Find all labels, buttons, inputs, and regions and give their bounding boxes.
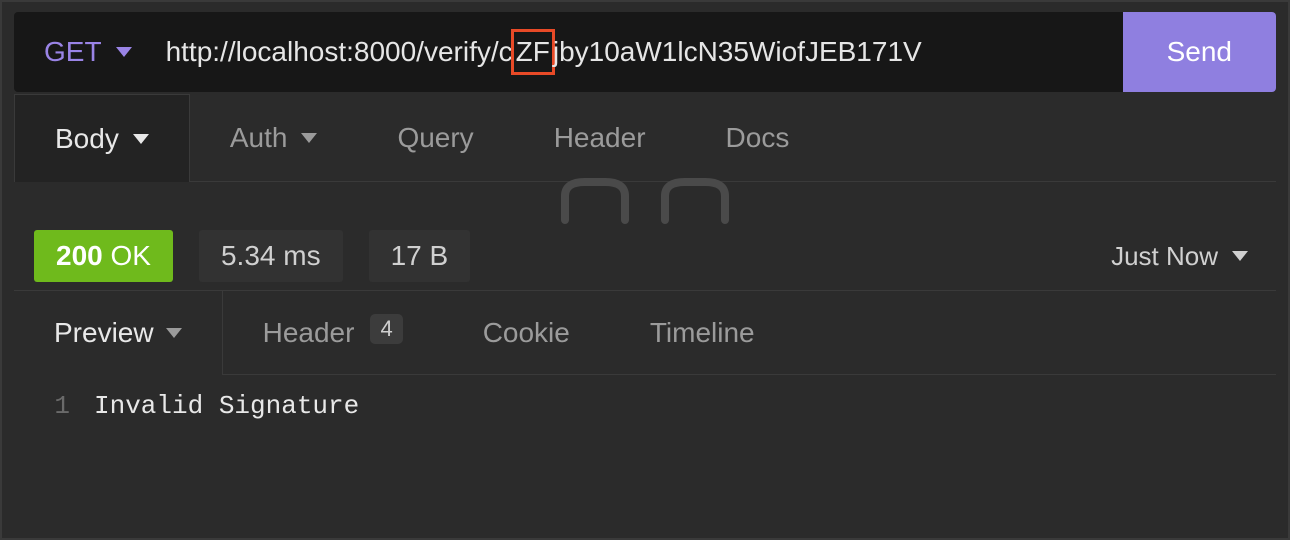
tab-query[interactable]: Query: [357, 94, 513, 181]
ghost-icon: [545, 176, 745, 224]
tab-preview[interactable]: Preview: [14, 291, 223, 375]
line-number: 1: [54, 391, 70, 421]
response-tabs: Preview Header 4 Cookie Timeline: [14, 291, 1276, 375]
background-decoration: [14, 182, 1276, 222]
chevron-down-icon: [301, 133, 317, 143]
response-time: 5.34 ms: [221, 240, 321, 271]
tab-response-header-label: Header: [263, 317, 355, 349]
http-method-selector[interactable]: GET: [14, 12, 154, 92]
tab-cookie-label: Cookie: [483, 317, 570, 349]
response-status-bar: 200 OK 5.34 ms 17 B Just Now: [14, 222, 1276, 291]
history-label: Just Now: [1111, 241, 1218, 272]
tab-response-header[interactable]: Header 4: [223, 291, 443, 374]
chevron-down-icon: [116, 47, 132, 57]
tab-body[interactable]: Body: [14, 94, 190, 182]
response-size: 17 B: [391, 240, 449, 271]
http-method-label: GET: [44, 36, 102, 68]
line-number-gutter: 1: [14, 391, 94, 421]
url-text-post: jby10aW1lcN35WiofJEB171V: [553, 36, 922, 68]
chevron-down-icon: [1232, 251, 1248, 261]
chevron-down-icon: [166, 328, 182, 338]
response-text: Invalid Signature: [94, 391, 359, 421]
status-code: 200: [56, 240, 103, 271]
history-dropdown[interactable]: Just Now: [1111, 241, 1248, 272]
response-line: Invalid Signature: [94, 391, 359, 421]
request-url-bar: GET http://localhost:8000/verify/cZFjby1…: [14, 12, 1276, 92]
response-size-badge: 17 B: [369, 230, 471, 282]
tab-auth-label: Auth: [230, 122, 288, 154]
send-button-label: Send: [1167, 36, 1232, 68]
tab-docs-label: Docs: [726, 122, 790, 154]
tab-auth[interactable]: Auth: [190, 94, 358, 181]
send-button[interactable]: Send: [1123, 12, 1276, 92]
tab-preview-label: Preview: [54, 317, 154, 349]
tab-timeline[interactable]: Timeline: [610, 291, 795, 374]
tab-header-label: Header: [554, 122, 646, 154]
tab-query-label: Query: [397, 122, 473, 154]
url-text-pre: http://localhost:8000/verify/c: [166, 36, 513, 68]
response-time-badge: 5.34 ms: [199, 230, 343, 282]
request-tabs: Body Auth Query Header Docs: [14, 94, 1276, 182]
chevron-down-icon: [133, 134, 149, 144]
tab-header[interactable]: Header: [514, 94, 686, 181]
tab-docs[interactable]: Docs: [686, 94, 830, 181]
url-text-highlighted: ZF: [511, 29, 555, 74]
response-body[interactable]: 1 Invalid Signature: [14, 375, 1276, 437]
tab-timeline-label: Timeline: [650, 317, 755, 349]
status-code-badge: 200 OK: [34, 230, 173, 282]
status-text: OK: [111, 240, 151, 271]
tab-body-label: Body: [55, 123, 119, 155]
url-input[interactable]: http://localhost:8000/verify/cZFjby10aW1…: [154, 12, 1123, 92]
header-count-badge: 4: [370, 314, 402, 344]
tab-cookie[interactable]: Cookie: [443, 291, 610, 374]
